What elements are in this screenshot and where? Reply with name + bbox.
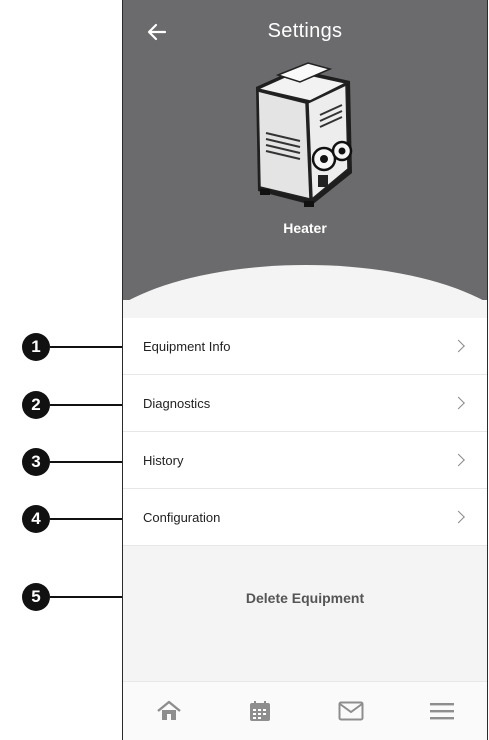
callout-badge: 2 <box>22 391 50 419</box>
tab-calendar[interactable] <box>240 696 280 726</box>
menu-icon <box>429 703 454 720</box>
chevron-right-icon <box>452 339 465 353</box>
heater-device-image <box>255 62 353 207</box>
callout-leader <box>50 461 122 463</box>
callout-badge: 4 <box>22 505 50 533</box>
tab-menu[interactable] <box>422 696 462 726</box>
tab-home[interactable] <box>149 696 189 726</box>
callout-badge: 3 <box>22 448 50 476</box>
settings-menu: Equipment Info Diagnostics History Confi… <box>123 318 487 546</box>
menu-item-equipment-info[interactable]: Equipment Info <box>123 318 487 375</box>
menu-item-label: Diagnostics <box>143 395 211 411</box>
chevron-right-icon <box>452 453 465 467</box>
settings-header: Settings Heater <box>123 0 487 300</box>
phone-screen: Settings Heater Equipment Info Diagnosti… <box>122 0 488 740</box>
callout-badge: 5 <box>22 583 50 611</box>
menu-item-configuration[interactable]: Configuration <box>123 489 487 546</box>
callout-leader <box>50 518 122 520</box>
callout-leader <box>50 404 122 406</box>
menu-item-label: History <box>143 452 184 468</box>
menu-item-diagnostics[interactable]: Diagnostics <box>123 375 487 432</box>
menu-item-label: Configuration <box>143 509 221 525</box>
tab-messages[interactable] <box>331 696 371 726</box>
home-icon <box>156 700 181 720</box>
menu-item-history[interactable]: History <box>123 432 487 489</box>
callout-leader <box>50 596 122 598</box>
device-name: Heater <box>283 220 327 236</box>
chevron-right-icon <box>452 510 465 524</box>
calendar-icon <box>249 701 270 721</box>
menu-item-label: Equipment Info <box>143 338 231 354</box>
chevron-right-icon <box>452 396 465 410</box>
page-title: Settings <box>267 20 343 42</box>
bottom-tab-bar <box>123 681 487 740</box>
delete-equipment-button[interactable]: Delete Equipment <box>123 590 487 606</box>
callout-leader <box>50 346 122 348</box>
callout-badge: 1 <box>22 333 50 361</box>
mail-icon <box>338 701 363 721</box>
